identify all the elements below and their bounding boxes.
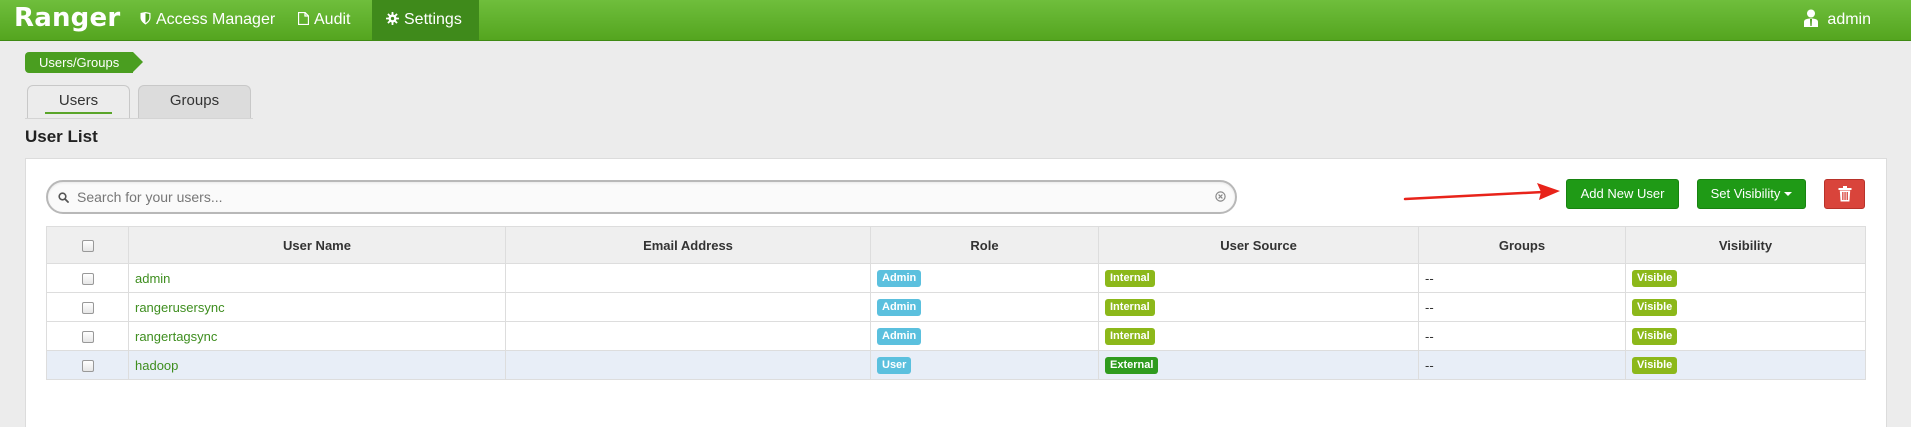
tab-divider <box>25 118 253 119</box>
search-input[interactable] <box>75 185 1195 209</box>
row-select-cell <box>46 263 129 293</box>
user-menu[interactable]: admin <box>1803 0 1871 40</box>
user-source-cell: Internal <box>1098 292 1419 322</box>
visibility-cell: Visible <box>1625 350 1866 380</box>
shield-icon <box>140 1 151 41</box>
column-header-user-source[interactable]: User Source <box>1098 226 1419 264</box>
email-cell <box>505 350 871 380</box>
source-badge: External <box>1105 357 1159 374</box>
row-checkbox[interactable] <box>81 360 94 373</box>
email-cell <box>505 263 871 293</box>
tab-groups-label: Groups <box>169 92 220 109</box>
nav-settings[interactable]: Settings <box>372 0 479 40</box>
role-badge: Admin <box>877 328 922 345</box>
table-row[interactable]: hadoop User External -- Visible <box>46 350 1866 380</box>
role-cell: Admin <box>870 292 1099 322</box>
row-checkbox[interactable] <box>81 331 94 344</box>
set-visibility-button[interactable]: Set Visibility <box>1697 179 1806 209</box>
row-checkbox[interactable] <box>81 273 94 286</box>
breadcrumb[interactable]: Users/Groups <box>25 52 144 73</box>
delete-button[interactable] <box>1824 179 1865 209</box>
active-tab-underline <box>45 112 112 114</box>
visibility-cell: Visible <box>1625 263 1866 293</box>
column-header-role[interactable]: Role <box>870 226 1099 264</box>
table-row[interactable]: rangertagsync Admin Internal -- Visible <box>46 321 1866 351</box>
groups-cell: -- <box>1418 292 1626 322</box>
role-badge: Admin <box>877 299 922 316</box>
brand-logo[interactable]: Ranger <box>14 3 120 33</box>
search-box[interactable] <box>46 180 1237 214</box>
visibility-cell: Visible <box>1625 292 1866 322</box>
source-badge: Internal <box>1105 299 1155 316</box>
source-badge: Internal <box>1105 270 1155 287</box>
user-source-cell: Internal <box>1098 263 1419 293</box>
row-select-cell <box>46 292 129 322</box>
user-menu-label: admin <box>1827 11 1871 28</box>
annotation-arrow <box>1403 183 1560 201</box>
row-checkbox[interactable] <box>81 302 94 315</box>
clear-search-icon[interactable] <box>1215 190 1226 205</box>
user-table: User Name Email Address Role User Source… <box>46 226 1866 380</box>
add-new-user-button[interactable]: Add New User <box>1566 179 1679 209</box>
role-cell: Admin <box>870 263 1099 293</box>
table-row[interactable]: rangerusersync Admin Internal -- Visible <box>46 292 1866 322</box>
nav-audit[interactable]: Audit <box>288 0 360 40</box>
user-name-link[interactable]: rangertagsync <box>128 321 506 351</box>
visibility-badge: Visible <box>1632 270 1678 287</box>
table-header-row: User Name Email Address Role User Source… <box>46 226 1866 264</box>
nav-audit-label: Audit <box>314 11 351 28</box>
tab-users-label: Users <box>58 92 99 109</box>
user-name-link[interactable]: admin <box>128 263 506 293</box>
nav-access-manager-label: Access Manager <box>156 11 276 28</box>
groups-cell: -- <box>1418 350 1626 380</box>
column-header-groups[interactable]: Groups <box>1418 226 1626 264</box>
top-navbar: Ranger Access Manager Audit Settings adm… <box>0 0 1911 41</box>
role-cell: Admin <box>870 321 1099 351</box>
column-header-email[interactable]: Email Address <box>505 226 871 264</box>
role-badge: Admin <box>877 270 922 287</box>
groups-cell: -- <box>1418 263 1626 293</box>
user-name-link[interactable]: hadoop <box>128 350 506 380</box>
trash-icon <box>1838 186 1851 202</box>
search-icon <box>58 191 69 206</box>
visibility-badge: Visible <box>1632 299 1678 316</box>
tab-groups[interactable]: Groups <box>138 85 251 118</box>
tab-users[interactable]: Users <box>27 85 130 118</box>
row-select-cell <box>46 350 129 380</box>
source-badge: Internal <box>1105 328 1155 345</box>
email-cell <box>505 292 871 322</box>
page-title: User List <box>25 127 98 146</box>
user-source-cell: Internal <box>1098 321 1419 351</box>
visibility-cell: Visible <box>1625 321 1866 351</box>
user-icon <box>1803 3 1819 43</box>
user-name-link[interactable]: rangerusersync <box>128 292 506 322</box>
file-icon <box>297 1 310 41</box>
nav-access-manager[interactable]: Access Manager <box>130 0 285 40</box>
select-all-cell <box>46 226 129 264</box>
column-header-visibility[interactable]: Visibility <box>1625 226 1866 264</box>
caret-down-icon <box>1784 192 1793 196</box>
column-header-user-name[interactable]: User Name <box>128 226 506 264</box>
row-select-cell <box>46 321 129 351</box>
table-row[interactable]: admin Admin Internal -- Visible <box>46 263 1866 293</box>
visibility-badge: Visible <box>1632 328 1678 345</box>
select-all-checkbox[interactable] <box>81 240 94 253</box>
role-cell: User <box>870 350 1099 380</box>
gear-icon <box>386 1 399 41</box>
user-source-cell: External <box>1098 350 1419 380</box>
role-badge: User <box>877 357 912 374</box>
visibility-badge: Visible <box>1632 357 1678 374</box>
set-visibility-label: Set Visibility <box>1710 186 1781 201</box>
nav-settings-label: Settings <box>404 11 462 28</box>
email-cell <box>505 321 871 351</box>
groups-cell: -- <box>1418 321 1626 351</box>
